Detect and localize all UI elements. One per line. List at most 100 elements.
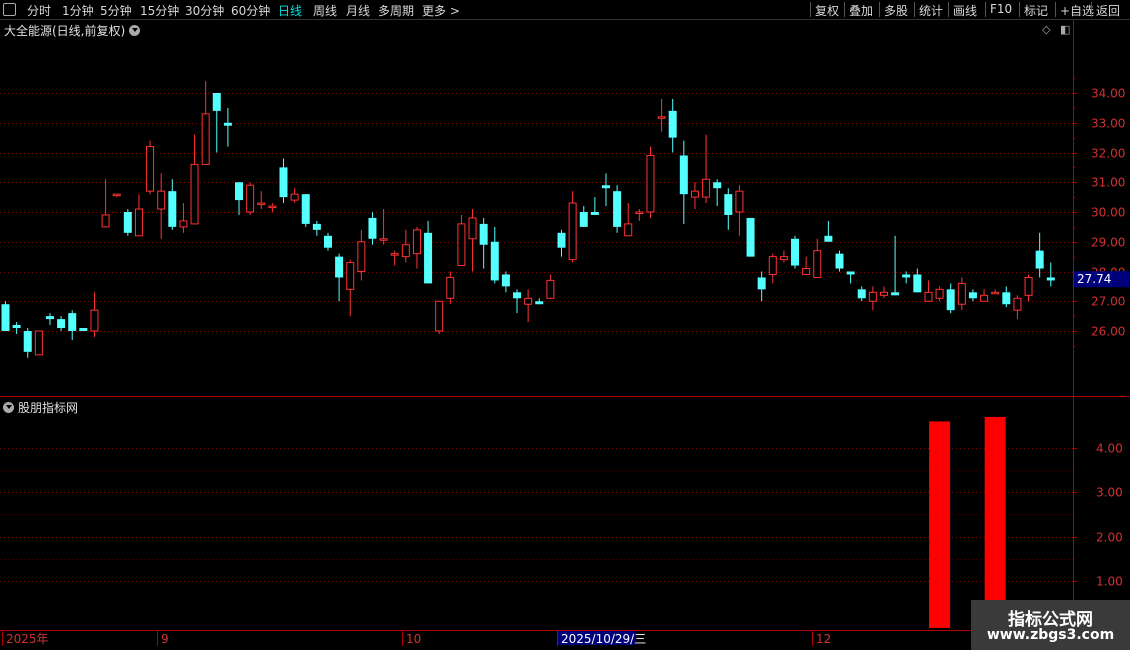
axis-labels: 34.0033.0032.0031.0030.0029.0028.0027.00… xyxy=(2,78,1130,646)
candle-body-up xyxy=(868,291,877,302)
candle-body-down xyxy=(857,289,866,299)
time-axis-label: 10 xyxy=(406,632,421,646)
indicator-bar xyxy=(929,421,951,628)
candle-body-up xyxy=(134,208,143,237)
candle-body-down xyxy=(501,274,510,287)
candle-body-up xyxy=(357,241,366,272)
indicator-tick-label: 4.00 xyxy=(1096,442,1123,456)
time-axis-label: 9 xyxy=(161,632,169,646)
candle-body-up xyxy=(457,223,466,267)
time-axis-label: 12 xyxy=(816,632,831,646)
candle-body-down xyxy=(490,241,499,281)
candle-body-down xyxy=(791,238,800,266)
candle-body-up xyxy=(290,193,299,201)
indicator-bar xyxy=(984,416,1006,628)
candle-body-down xyxy=(1,304,10,331)
chart-frame xyxy=(0,20,1130,650)
time-axis-label: 2025年 xyxy=(6,632,49,646)
candle-body-down xyxy=(913,274,922,293)
candle-body-up xyxy=(657,116,666,119)
candle-body-up xyxy=(346,262,355,290)
candle-body-down xyxy=(590,212,599,215)
candle-body-up xyxy=(924,291,933,302)
candle-body-up xyxy=(379,238,388,241)
candle-body-down xyxy=(891,292,900,296)
candle-body-down xyxy=(45,316,54,320)
indicator-tick-label: 1.00 xyxy=(1096,575,1123,589)
candle-body-up xyxy=(957,282,966,305)
candle-body-down xyxy=(557,232,566,248)
candle-body-down xyxy=(1035,250,1044,269)
candle-body-down xyxy=(679,155,688,195)
candle-body-down xyxy=(301,194,310,224)
candle-body-up xyxy=(1013,297,1022,311)
stock-chart[interactable]: 34.0033.0032.0031.0030.0029.0028.0027.00… xyxy=(0,0,1130,650)
candle-body-up xyxy=(412,229,421,255)
candle-body-up xyxy=(90,309,99,332)
candle-body-down xyxy=(902,274,911,278)
candle-body-up xyxy=(735,190,744,213)
candle-body-down xyxy=(824,235,833,242)
candle-body-up xyxy=(935,288,944,299)
candle-body-down xyxy=(835,253,844,269)
candle-body-down xyxy=(1002,292,1011,305)
price-tick-label: 26.00 xyxy=(1091,325,1125,339)
candle-body-up xyxy=(468,217,477,240)
price-tick-label: 30.00 xyxy=(1091,206,1125,220)
candle-body-up xyxy=(980,294,989,302)
price-tick-label: 33.00 xyxy=(1091,117,1125,131)
candle-body-up xyxy=(702,178,711,198)
candle-body-up xyxy=(101,214,110,228)
candle-body-up xyxy=(446,276,455,299)
indicator-bars xyxy=(929,416,1006,628)
candle-body-down xyxy=(168,191,177,227)
candle-body-down xyxy=(23,331,32,352)
candle-body-up xyxy=(34,330,43,356)
indicator-tick-label: 3.00 xyxy=(1096,486,1123,500)
candle-body-down xyxy=(613,191,622,227)
candle-body-down xyxy=(579,212,588,227)
candle-body-up xyxy=(624,223,633,237)
candle-body-up xyxy=(190,163,199,225)
candle-body-up xyxy=(991,291,1000,295)
candle-body-down xyxy=(123,212,132,233)
candle-body-down xyxy=(1046,277,1055,281)
candle-body-up xyxy=(1024,276,1033,296)
candle-body-up xyxy=(646,154,655,213)
watermark-logo: 指标公式网 www.zbgs3.com xyxy=(971,600,1130,650)
candle-body-down xyxy=(68,313,77,331)
candle-body-down xyxy=(601,185,610,189)
indicator-tick-label: 2.00 xyxy=(1096,531,1123,545)
candle-body-up xyxy=(768,256,777,275)
candle-body-down xyxy=(946,289,955,311)
watermark-url: www.zbgs3.com xyxy=(986,627,1115,643)
candle-body-up xyxy=(179,220,188,228)
candle-body-up xyxy=(435,300,444,332)
candle-body-down xyxy=(57,319,66,329)
candle-body-down xyxy=(223,122,232,126)
candle-body-up xyxy=(246,184,255,213)
candle-body-down xyxy=(746,217,755,257)
candle-body-up xyxy=(690,190,699,198)
candle-body-up xyxy=(802,268,811,275)
candle-body-down xyxy=(846,271,855,275)
candle-body-up xyxy=(401,244,410,258)
candle-body-up xyxy=(879,291,888,296)
candle-body-down xyxy=(513,292,522,299)
candle-body-up xyxy=(157,190,166,210)
candle-body-up xyxy=(268,205,277,209)
candle-body-down xyxy=(479,223,488,245)
candle-body-up xyxy=(524,297,533,305)
candle-body-down xyxy=(212,93,221,111)
time-axis-label: 2025/10/29/三 xyxy=(561,632,646,646)
candle-body-down xyxy=(335,256,344,278)
candle-body-up xyxy=(146,146,155,192)
candle-body-up xyxy=(201,113,210,165)
candle-body-up xyxy=(568,202,577,261)
candle-body-up xyxy=(112,193,121,197)
candle-body-down xyxy=(235,182,244,201)
candle-body-up xyxy=(779,256,788,261)
candle-body-down xyxy=(79,328,88,331)
price-tick-label: 27.00 xyxy=(1091,295,1125,309)
candle-body-down xyxy=(535,301,544,305)
